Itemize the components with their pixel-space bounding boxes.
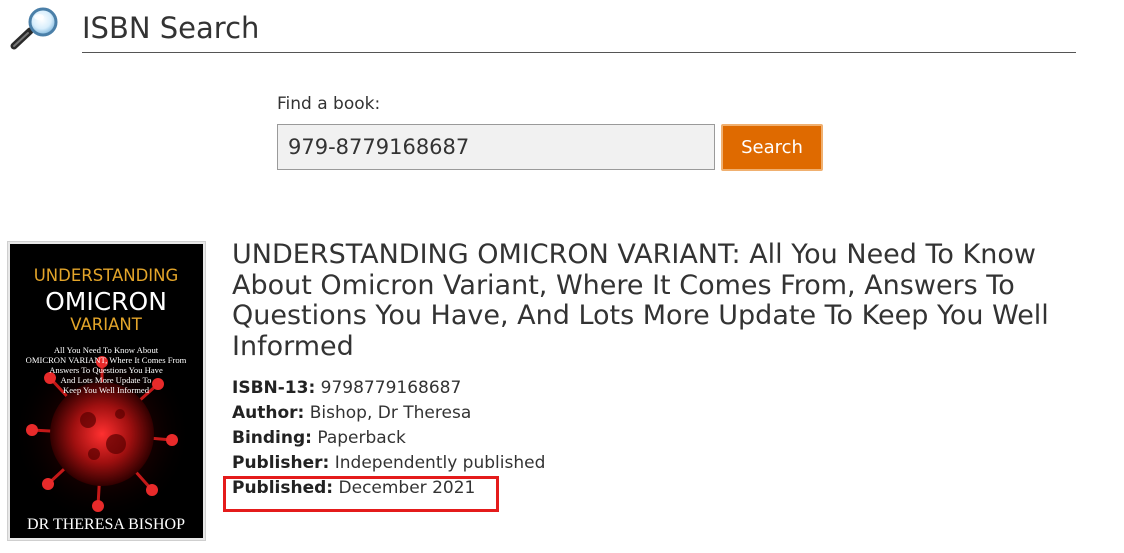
- detail-value: Bishop, Dr Theresa: [309, 403, 472, 423]
- site-header: ISBN Search: [0, 0, 1124, 60]
- detail-binding: Binding: Paperback: [232, 426, 832, 451]
- magnifying-glass-icon[interactable]: [6, 6, 64, 52]
- search-form: Find a book: Search: [277, 93, 837, 173]
- detail-publisher: Publisher: Independently published: [232, 451, 832, 476]
- book-cover-image[interactable]: UNDERSTANDING OMICRON VARIANT All You Ne…: [8, 242, 205, 540]
- detail-label: Author:: [232, 403, 305, 423]
- cover-author: DR THERESA BISHOP: [27, 516, 185, 533]
- header-divider: [82, 52, 1076, 53]
- detail-label: Publisher:: [232, 453, 330, 473]
- book-result: UNDERSTANDING OMICRON VARIANT All You Ne…: [0, 239, 1124, 553]
- cover-title-line1: UNDERSTANDING: [34, 266, 179, 285]
- search-button[interactable]: Search: [721, 124, 823, 171]
- cover-blurb-line: Keep You Well Informed: [63, 385, 150, 395]
- detail-label: Binding:: [232, 428, 312, 448]
- detail-value: Paperback: [317, 428, 406, 448]
- cover-blurb-line: Answers To Questions You Have: [49, 365, 163, 375]
- detail-label: ISBN-13:: [232, 378, 316, 398]
- site-title: ISBN Search: [82, 11, 260, 45]
- cover-blurb-line: OMICRON VARIANT, Where It Comes From: [26, 355, 187, 365]
- detail-isbn13: ISBN-13: 9798779168687: [232, 376, 832, 401]
- cover-blurb-line: All You Need To Know About: [54, 345, 159, 355]
- cover-blurb-line: And Lots More Update To: [61, 375, 152, 385]
- search-input[interactable]: [277, 124, 715, 170]
- book-title: UNDERSTANDING OMICRON VARIANT: All You N…: [232, 239, 1049, 362]
- detail-value: Independently published: [334, 453, 546, 473]
- search-label: Find a book:: [277, 94, 381, 114]
- detail-author: Author: Bishop, Dr Theresa: [232, 401, 832, 426]
- cover-title-line2: OMICRON: [45, 287, 167, 316]
- cover-title-line3: VARIANT: [70, 315, 142, 334]
- published-highlight-box: [223, 476, 499, 512]
- detail-value: 9798779168687: [320, 378, 462, 398]
